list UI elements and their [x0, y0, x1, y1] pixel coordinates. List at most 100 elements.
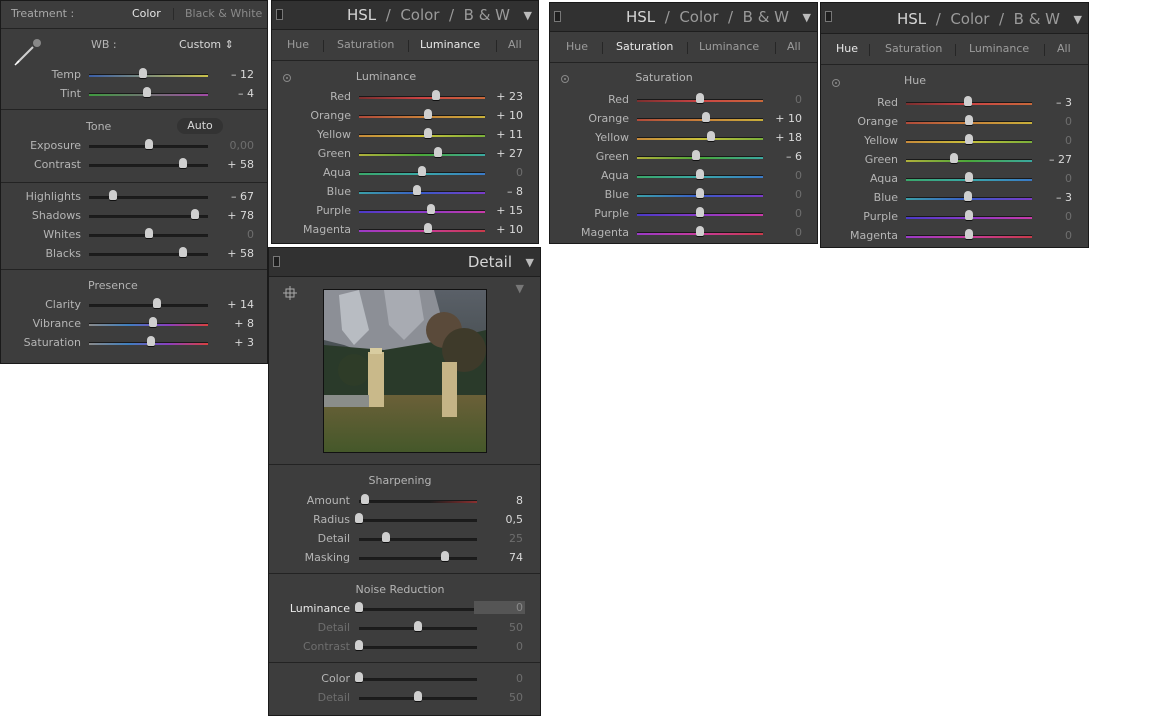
crosshair-icon[interactable]	[283, 286, 297, 300]
green-slider-track[interactable]	[906, 159, 1032, 162]
tab-hue[interactable]: Hue	[566, 40, 588, 53]
tab-luminance[interactable]: Luminance	[699, 40, 759, 53]
yellow-value[interactable]: + 18	[752, 131, 802, 144]
collapse-triangle-icon[interactable]: ▼	[1074, 13, 1082, 26]
color-slider-track[interactable]	[359, 678, 477, 681]
tint-value[interactable]: – 4	[208, 87, 254, 100]
orange-value[interactable]: 0	[1022, 115, 1072, 128]
detail-value[interactable]: 25	[474, 532, 523, 545]
collapse-triangle-icon[interactable]: ▼	[524, 9, 532, 22]
magenta-value[interactable]: 0	[1022, 229, 1072, 242]
green-slider-knob[interactable]	[434, 147, 443, 157]
purple-slider-track[interactable]	[359, 210, 485, 213]
yellow-slider-track[interactable]	[359, 134, 485, 137]
orange-value[interactable]: + 10	[752, 112, 802, 125]
targeted-adjustment-icon[interactable]	[832, 79, 840, 87]
magenta-slider-knob[interactable]	[696, 226, 704, 236]
tab-saturation[interactable]: Saturation	[885, 42, 942, 55]
tab-hue[interactable]: Hue	[287, 38, 309, 51]
orange-slider-track[interactable]	[637, 118, 763, 121]
masking-slider-knob[interactable]	[441, 551, 450, 561]
orange-slider-track[interactable]	[359, 115, 485, 118]
contrast-value[interactable]: 0	[474, 640, 523, 653]
aqua-value[interactable]: 0	[473, 166, 523, 179]
collapse-triangle-icon[interactable]: ▼	[526, 256, 534, 269]
tab-saturation[interactable]: Saturation	[616, 40, 673, 53]
magenta-slider-knob[interactable]	[424, 223, 433, 233]
tab-luminance[interactable]: Luminance	[420, 38, 480, 51]
purple-value[interactable]: + 15	[473, 204, 523, 217]
eyedropper-icon[interactable]	[11, 35, 45, 69]
yellow-value[interactable]: 0	[1022, 134, 1072, 147]
blue-slider-knob[interactable]	[412, 185, 421, 195]
green-slider-knob[interactable]	[949, 153, 958, 163]
collapse-triangle-icon[interactable]: ▼	[803, 11, 811, 24]
amount-value[interactable]: 8	[474, 494, 523, 507]
orange-slider-knob[interactable]	[424, 109, 433, 119]
purple-value[interactable]: 0	[752, 207, 802, 220]
tab-all[interactable]: All	[1057, 42, 1071, 55]
contrast-slider-knob[interactable]	[355, 640, 363, 650]
temp-slider-track[interactable]	[89, 74, 208, 77]
auto-button[interactable]: Auto	[177, 118, 223, 134]
detail-slider-knob[interactable]	[382, 532, 391, 542]
tab-hue[interactable]: Hue	[836, 42, 858, 55]
panel-header[interactable]: HSL / Color / B & W ▼	[550, 3, 817, 32]
blue-value[interactable]: – 3	[1022, 191, 1072, 204]
blue-slider-knob[interactable]	[696, 188, 704, 198]
luminance-slider-knob[interactable]	[355, 602, 363, 612]
treatment-color-button[interactable]: Color	[132, 7, 161, 20]
yellow-slider-track[interactable]	[637, 137, 763, 140]
masking-slider-track[interactable]	[359, 557, 477, 560]
green-value[interactable]: – 6	[752, 150, 802, 163]
wb-select[interactable]: Custom ⇕	[179, 38, 234, 51]
panel-header[interactable]: HSL / Color / B & W ▼	[821, 3, 1088, 34]
green-value[interactable]: + 27	[473, 147, 523, 160]
magenta-slider-track[interactable]	[359, 229, 485, 232]
magenta-slider-knob[interactable]	[965, 229, 973, 239]
red-value[interactable]: – 3	[1022, 96, 1072, 109]
luminance-value[interactable]: 0	[474, 601, 525, 614]
amount-slider-knob[interactable]	[360, 494, 369, 504]
temp-value[interactable]: – 12	[208, 68, 254, 81]
orange-value[interactable]: + 10	[473, 109, 523, 122]
panel-header[interactable]: Detail ▼	[269, 248, 540, 277]
temp-slider-knob[interactable]	[138, 68, 147, 78]
panel-toggle-icon[interactable]	[554, 11, 561, 22]
orange-slider-knob[interactable]	[702, 112, 711, 122]
panel-header[interactable]: HSL / Color / B & W ▼	[272, 1, 538, 30]
contrast-slider-track[interactable]	[359, 646, 477, 649]
magenta-value[interactable]: 0	[752, 226, 802, 239]
luminance-slider-track[interactable]	[359, 608, 477, 611]
red-slider-knob[interactable]	[696, 93, 704, 103]
blue-value[interactable]: 0	[752, 188, 802, 201]
panel-toggle-icon[interactable]	[273, 256, 280, 267]
targeted-adjustment-icon[interactable]	[561, 75, 569, 83]
radius-slider-track[interactable]	[359, 519, 477, 522]
purple-slider-knob[interactable]	[965, 210, 973, 220]
aqua-slider-knob[interactable]	[696, 169, 704, 179]
color-value[interactable]: 0	[474, 672, 523, 685]
panel-toggle-icon[interactable]	[276, 9, 283, 20]
purple-value[interactable]: 0	[1022, 210, 1072, 223]
red-value[interactable]: 0	[752, 93, 802, 106]
red-value[interactable]: + 23	[473, 90, 523, 103]
orange-slider-knob[interactable]	[965, 115, 973, 125]
detail-preview-image[interactable]	[323, 289, 487, 453]
red-slider-knob[interactable]	[431, 90, 440, 100]
panel-toggle-icon[interactable]	[825, 11, 832, 22]
detail-slider-knob[interactable]	[414, 691, 422, 701]
red-slider-knob[interactable]	[963, 96, 972, 106]
radius-value[interactable]: 0,5	[474, 513, 524, 526]
red-slider-track[interactable]	[359, 96, 485, 99]
purple-slider-knob[interactable]	[696, 207, 704, 217]
tab-luminance[interactable]: Luminance	[969, 42, 1029, 55]
yellow-value[interactable]: + 11	[473, 128, 523, 141]
blue-slider-track[interactable]	[359, 191, 485, 194]
radius-slider-knob[interactable]	[355, 513, 363, 523]
targeted-adjustment-icon[interactable]	[283, 74, 291, 82]
blue-value[interactable]: – 8	[473, 185, 523, 198]
detail-slider-track[interactable]	[359, 538, 477, 541]
amount-slider-track[interactable]	[359, 500, 477, 503]
yellow-slider-knob[interactable]	[424, 128, 433, 138]
